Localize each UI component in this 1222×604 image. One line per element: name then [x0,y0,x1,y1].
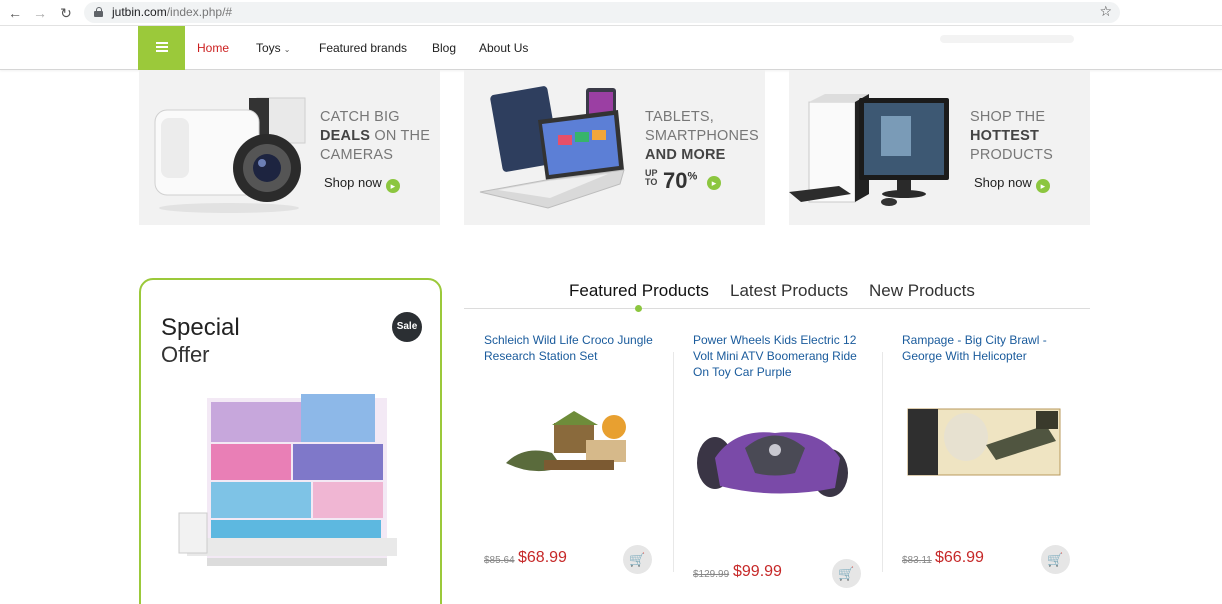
hamburger-icon [156,42,168,52]
banner-tablets-title: TABLETS, SMARTPHONES AND MORE [645,109,759,163]
banner-cameras-title: CATCH BIG DEALS ON THE CAMERAS [320,109,431,163]
reload-icon[interactable]: ↻ [57,4,75,22]
up-to-label: UP TO [645,168,658,187]
add-to-cart-icon[interactable]: 🛒 [1041,545,1070,574]
menu-button[interactable] [138,26,185,70]
product-title-3[interactable]: Rampage - Big City Brawl - George With He… [902,332,1047,364]
special-offer-card: Special Offer Sale [139,278,442,604]
nav-home[interactable]: Home [197,41,229,55]
url-text: jutbin.com/index.php/# [112,5,233,19]
price-1: $68.99 [518,549,567,566]
browser-toolbar: ← → ↻ jutbin.com/index.php/# ☆ [0,0,1222,26]
sale-badge: Sale [392,312,422,342]
search-box[interactable] [940,35,1074,43]
arrow-right-circle-icon: ▸ [1035,179,1050,193]
old-price-3: $83.11 [902,555,932,566]
special-offer-title: Special [161,314,240,341]
banner-hottest-title: SHOP THE HOTTEST PRODUCTS [970,109,1053,163]
discount-percent: 70% [663,168,698,193]
nav-toys-label: Toys [256,41,281,55]
dollhouse-image[interactable] [177,388,407,578]
arrow-right-circle-icon: ▸ [385,179,400,193]
banner-cameras[interactable]: CATCH BIG DEALS ON THE CAMERAS Shop now ▸ [139,70,440,225]
lock-icon [94,7,103,17]
forward-icon[interactable]: → [31,4,49,22]
nav-blog[interactable]: Blog [432,41,456,55]
shop-now-link[interactable]: Shop now ▸ [324,175,400,193]
product-image-croco-jungle[interactable] [504,405,644,485]
chevron-down-icon: ⌄ [283,45,291,54]
arrow-right-circle-icon[interactable]: ▸ [707,176,721,190]
tab-latest-products[interactable]: Latest Products [730,281,848,301]
banner-hottest[interactable]: SHOP THE HOTTEST PRODUCTS Shop now ▸ [789,70,1090,225]
active-tab-indicator [635,305,642,312]
bookmark-star-icon[interactable]: ☆ [1099,3,1112,20]
add-to-cart-icon[interactable]: 🛒 [832,559,861,588]
product-image-atv[interactable] [695,418,855,508]
address-bar[interactable]: jutbin.com/index.php/# ☆ [84,2,1120,23]
product-image-rampage[interactable] [906,405,1066,480]
back-icon[interactable]: ← [6,4,24,22]
product-title-1[interactable]: Schleich Wild Life Croco Jungle Research … [484,332,653,364]
nav-about-us[interactable]: About Us [479,41,528,55]
tablet-laptop-image [479,86,625,209]
special-offer-subtitle: Offer [161,342,210,367]
product-divider [673,352,674,572]
site-nav: Home Toys ⌄ Featured brands Blog About Us [0,26,1222,70]
desktop-pc-image [789,94,949,206]
banner-tablets[interactable]: TABLETS, SMARTPHONES AND MORE UP TO 70% ▸ [464,70,765,225]
price-2: $99.99 [733,563,782,580]
tab-featured-products[interactable]: Featured Products [569,281,709,301]
add-to-cart-icon[interactable]: 🛒 [623,545,652,574]
camera-image [154,97,306,213]
nav-featured-brands[interactable]: Featured brands [319,41,407,55]
tab-new-products[interactable]: New Products [869,281,975,301]
tabs-divider [464,308,1090,309]
product-title-2[interactable]: Power Wheels Kids Electric 12 Volt Mini A… [693,332,857,380]
nav-toys[interactable]: Toys ⌄ [256,41,290,55]
price-3: $66.99 [935,549,984,566]
shop-now-link[interactable]: Shop now ▸ [974,175,1050,193]
old-price-1: $85.64 [484,555,515,566]
product-divider [882,352,883,572]
old-price-2: $129.99 [693,569,730,580]
